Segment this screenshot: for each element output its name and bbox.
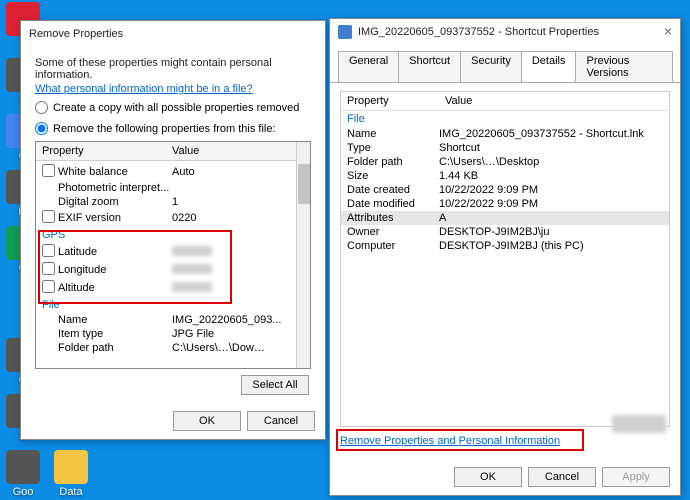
remove-properties-window: Remove Properties Some of these properti… (20, 20, 326, 440)
prop-value (172, 246, 304, 259)
radio-label: Remove the following properties from thi… (53, 123, 276, 135)
prop-value: IMG_20220605_093... (172, 314, 304, 326)
detail-value: DESKTOP-J9IM2BJ (this PC) (439, 240, 663, 252)
ok-button[interactable]: OK (173, 411, 241, 431)
prop-name: Item type (56, 328, 172, 340)
detail-prop: Size (347, 170, 439, 182)
prop-value (172, 282, 304, 295)
group-file: File (36, 297, 310, 313)
col-value[interactable]: Value (439, 92, 669, 110)
prop-name: Name (56, 314, 172, 326)
radio-remove-following[interactable]: Remove the following properties from thi… (35, 122, 311, 135)
prop-name: Longitude (56, 264, 172, 276)
prop-checkbox[interactable] (42, 164, 55, 177)
col-value[interactable]: Value (166, 142, 310, 160)
radio-remove-following-input[interactable] (35, 122, 48, 135)
detail-prop: Folder path (347, 156, 439, 168)
tab-previous-versions[interactable]: Previous Versions (575, 51, 673, 82)
prop-value: 1 (172, 196, 304, 208)
titlebar[interactable]: IMG_20220605_093737552 - Shortcut Proper… (330, 19, 680, 45)
close-icon[interactable]: × (664, 23, 672, 39)
detail-prop: Computer (347, 240, 439, 252)
detail-value: C:\Users\…\Desktop (439, 156, 663, 168)
details-list: Property Value File NameIMG_20220605_093… (340, 91, 670, 427)
prop-checkbox[interactable] (42, 280, 55, 293)
detail-prop: Owner (347, 226, 439, 238)
detail-prop: Attributes (347, 212, 439, 224)
scrollbar[interactable] (296, 142, 310, 368)
detail-value: DESKTOP-J9IM2BJ\ju (439, 226, 663, 238)
prop-checkbox[interactable] (42, 244, 55, 257)
detail-prop: Name (347, 128, 439, 140)
col-property[interactable]: Property (341, 92, 439, 110)
prop-name: White balance (56, 166, 172, 178)
shortcut-properties-window: IMG_20220605_093737552 - Shortcut Proper… (329, 18, 681, 496)
detail-value: IMG_20220605_093737552 - Shortcut.lnk (439, 128, 663, 140)
prop-name: Photometric interpret... (56, 182, 172, 194)
prop-value: C:\Users\…\Dow… (172, 342, 304, 354)
prop-name: Folder path (56, 342, 172, 354)
prop-checkbox[interactable] (42, 210, 55, 223)
detail-prop: Date modified (347, 198, 439, 210)
detail-value: 10/22/2022 9:09 PM (439, 198, 663, 210)
detail-prop: Date created (347, 184, 439, 196)
col-property[interactable]: Property (36, 142, 166, 160)
prop-checkbox[interactable] (42, 262, 55, 275)
prop-name: EXIF version (56, 212, 172, 224)
prop-value: JPG File (172, 328, 304, 340)
cancel-button[interactable]: Cancel (528, 467, 596, 487)
remove-properties-link[interactable]: Remove Properties and Personal Informati… (340, 435, 560, 447)
prop-name: Latitude (56, 246, 172, 258)
ok-button[interactable]: OK (454, 467, 522, 487)
detail-value: 1.44 KB (439, 170, 663, 182)
prop-name: Digital zoom (56, 196, 172, 208)
detail-value: Shortcut (439, 142, 663, 154)
personal-info-link[interactable]: What personal information might be in a … (35, 83, 311, 95)
window-icon (338, 25, 352, 39)
radio-create-copy[interactable]: Create a copy with all possible properti… (35, 101, 311, 114)
prop-value: Auto (172, 166, 304, 178)
detail-value: 10/22/2022 9:09 PM (439, 184, 663, 196)
info-text: Some of these properties might contain p… (35, 57, 311, 81)
prop-value (172, 264, 304, 277)
tab-general[interactable]: General (338, 51, 399, 82)
window-title: IMG_20220605_093737552 - Shortcut Proper… (358, 26, 599, 38)
apply-button[interactable]: Apply (602, 467, 670, 487)
tab-details[interactable]: Details (521, 51, 577, 82)
desktop-label: Data (59, 486, 82, 498)
cancel-button[interactable]: Cancel (247, 411, 315, 431)
tabs: General Shortcut Security Details Previo… (330, 45, 680, 83)
radio-create-copy-input[interactable] (35, 101, 48, 114)
tab-shortcut[interactable]: Shortcut (398, 51, 461, 82)
prop-name: Altitude (56, 282, 172, 294)
window-title: Remove Properties (29, 28, 123, 40)
radio-label: Create a copy with all possible properti… (53, 102, 299, 114)
detail-value: A (439, 212, 663, 224)
blur-region (612, 415, 666, 427)
group-file: File (341, 111, 669, 127)
group-gps: GPS (36, 227, 310, 243)
properties-list: Property Value White balanceAuto Photome… (35, 141, 311, 369)
tab-security[interactable]: Security (460, 51, 522, 82)
titlebar[interactable]: Remove Properties (21, 21, 325, 47)
desktop-label: Goo (13, 486, 34, 498)
prop-value: 0220 (172, 212, 304, 224)
detail-prop: Type (347, 142, 439, 154)
select-all-button[interactable]: Select All (241, 375, 309, 395)
